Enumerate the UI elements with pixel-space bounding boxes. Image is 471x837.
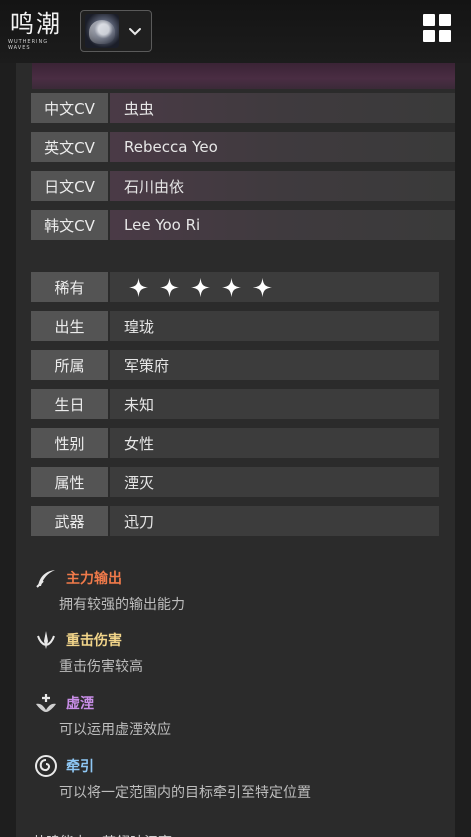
wuthering-waves-logo[interactable]: 鸣潮 WUTHERING WAVES	[8, 10, 64, 52]
attr-row-element: 属性 湮灭	[31, 467, 439, 497]
grid-menu-icon[interactable]	[423, 14, 453, 44]
tag-main-dps: 主力输出 拥有较强的输出能力	[34, 566, 185, 614]
attr-value: 瑝珑	[110, 311, 439, 341]
attr-row-birthplace: 出生 瑝珑	[31, 311, 439, 341]
attr-label: 武器	[31, 506, 108, 536]
heavy-attack-icon	[37, 631, 55, 649]
logo-subtext: WUTHERING WAVES	[8, 39, 49, 51]
section-heading-partial: 共鸣能力：苍翎映江亭	[32, 828, 172, 837]
cv-value: Rebecca Yeo	[110, 132, 455, 162]
cv-label: 日文CV	[31, 171, 108, 201]
top-bar: 鸣潮 WUTHERING WAVES	[0, 0, 471, 63]
tag-title: 虚湮	[66, 696, 94, 712]
attr-label: 性别	[31, 428, 108, 458]
attr-row-rarity: 稀有	[31, 272, 439, 302]
cv-value: Lee Yoo Ri	[110, 210, 455, 240]
cv-row-chinese: 中文CV 虫虫	[31, 93, 455, 123]
tag-title: 牵引	[66, 759, 94, 775]
pull-icon	[35, 755, 57, 777]
cv-row-korean: 韩文CV Lee Yoo Ri	[31, 210, 455, 240]
attr-value: 迅刀	[110, 506, 439, 536]
attr-value: 未知	[110, 389, 439, 419]
game-select-dropdown[interactable]	[80, 10, 152, 52]
attr-value: 女性	[110, 428, 439, 458]
attr-label: 生日	[31, 389, 108, 419]
tag-havoc: 虚湮 可以运用虚湮效应	[34, 691, 171, 739]
star-icon	[190, 277, 211, 297]
attr-row-weapon: 武器 迅刀	[31, 506, 439, 536]
tag-title: 重击伤害	[66, 633, 122, 649]
attr-label: 出生	[31, 311, 108, 341]
left-gutter	[0, 63, 16, 837]
attr-row-birthday: 生日 未知	[31, 389, 439, 419]
tag-heavy-attack: 重击伤害 重击伤害较高	[34, 628, 143, 676]
havoc-icon	[36, 694, 56, 712]
star-icon	[128, 277, 149, 297]
cv-row-japanese: 日文CV 石川由依	[31, 171, 455, 201]
cv-value: 虫虫	[110, 93, 455, 123]
tag-desc: 重击伤害较高	[59, 659, 143, 675]
star-icon	[252, 277, 273, 297]
character-profile-panel: 中文CV 虫虫 英文CV Rebecca Yeo 日文CV 石川由依 韩文CV …	[16, 63, 455, 837]
attr-label: 所属	[31, 350, 108, 380]
profile-banner	[32, 63, 455, 89]
tag-title: 主力输出	[66, 571, 122, 587]
cv-label: 韩文CV	[31, 210, 108, 240]
game-avatar	[85, 14, 119, 48]
attr-row-gender: 性别 女性	[31, 428, 439, 458]
attr-value: 军策府	[110, 350, 439, 380]
tag-desc: 可以将一定范围内的目标牵引至特定位置	[59, 785, 311, 801]
blade-icon	[36, 570, 55, 588]
attr-row-affiliation: 所属 军策府	[31, 350, 439, 380]
chevron-down-icon	[129, 28, 141, 36]
attr-label: 属性	[31, 467, 108, 497]
cv-label: 中文CV	[31, 93, 108, 123]
attr-label: 稀有	[31, 272, 108, 302]
cv-row-english: 英文CV Rebecca Yeo	[31, 132, 455, 162]
star-icon	[221, 277, 242, 297]
right-gutter	[455, 63, 471, 837]
tag-pull: 牵引 可以将一定范围内的目标牵引至特定位置	[34, 754, 311, 802]
star-icon	[159, 277, 180, 297]
cv-label: 英文CV	[31, 132, 108, 162]
attr-value: 湮灭	[110, 467, 439, 497]
rarity-stars	[110, 272, 439, 302]
tag-desc: 拥有较强的输出能力	[59, 597, 185, 613]
tag-desc: 可以运用虚湮效应	[59, 722, 171, 738]
logo-text: 鸣潮	[10, 10, 62, 38]
cv-value: 石川由依	[110, 171, 455, 201]
